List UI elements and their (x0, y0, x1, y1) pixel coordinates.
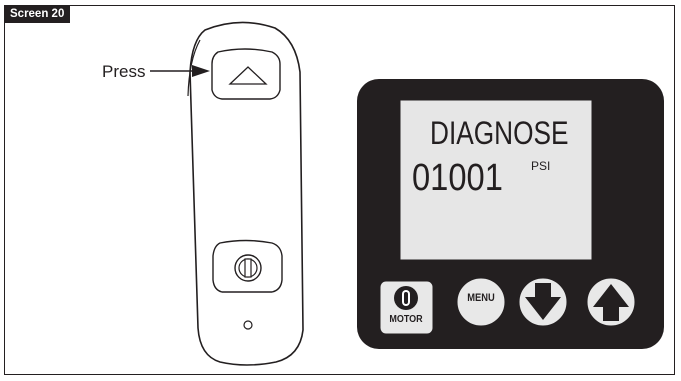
stop-circle-icon (234, 254, 262, 282)
lcd-value: 01001 (412, 157, 503, 199)
press-label: Press (102, 62, 146, 81)
remote-control (187, 21, 304, 366)
motor-button-label: MOTOR (389, 314, 423, 325)
motor-power-icon (394, 286, 418, 310)
lcd-mode-text: DIAGNOSE (430, 115, 569, 151)
remote-stop-button[interactable] (212, 239, 283, 293)
remote-led (243, 320, 253, 330)
down-button[interactable] (518, 277, 568, 327)
menu-button-label: MENU (467, 292, 495, 304)
remote-up-button[interactable] (211, 48, 281, 100)
motor-button[interactable] (379, 280, 434, 335)
illustration (150, 21, 664, 366)
lcd-unit: PSI (531, 159, 551, 173)
up-button[interactable] (586, 277, 636, 327)
